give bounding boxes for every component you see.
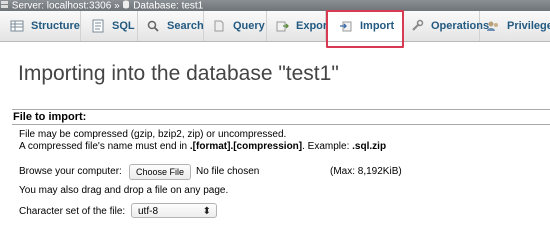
tab-sql[interactable]: SQL — [81, 11, 138, 41]
choose-file-button[interactable]: Choose File — [129, 164, 191, 180]
tab-operations[interactable]: Operations — [404, 11, 489, 41]
structure-icon — [10, 19, 24, 33]
filename-format: .[format].[compression] — [189, 141, 303, 152]
no-file-chosen: No file chosen — [196, 166, 260, 177]
breadcrumb-server[interactable]: Server: localhost:3306 — [12, 1, 112, 12]
tab-structure[interactable]: Structure — [0, 11, 81, 41]
privileges-icon — [486, 19, 500, 33]
import-tab-highlight — [326, 10, 404, 48]
page-title: Importing into the database "test1" — [18, 62, 339, 85]
export-icon — [275, 19, 289, 33]
database-icon — [122, 0, 130, 11]
server-icon — [0, 0, 9, 11]
breadcrumb-separator: » — [114, 0, 120, 12]
tab-query[interactable]: Query — [204, 11, 267, 41]
drag-drop-info: You may also drag and drop a file on any… — [19, 185, 229, 196]
charset-value: utf-8 — [138, 206, 159, 217]
query-icon — [212, 19, 226, 33]
tab-label: SQL — [112, 20, 135, 32]
charset-label: Character set of the file: — [19, 206, 126, 217]
browse-label: Browse your computer: — [19, 166, 122, 177]
tab-bar: Structure SQL Search Query Export Import — [0, 11, 550, 42]
search-icon — [146, 19, 160, 33]
breadcrumb-database[interactable]: Database: test1 — [133, 1, 203, 12]
filename-info-prefix: A compressed file's name must end in — [19, 141, 190, 152]
breadcrumb: Server: localhost:3306 » Database: test1 — [0, 0, 550, 11]
tab-label: Structure — [31, 20, 80, 32]
tab-search[interactable]: Search — [138, 11, 204, 41]
filename-example-prefix: . Example: — [302, 141, 353, 152]
sql-icon — [91, 19, 105, 33]
max-size: (Max: 8,192KiB) — [330, 166, 402, 177]
select-arrows-icon: ⬍ — [202, 206, 211, 217]
file-to-import-heading: File to import: — [12, 109, 550, 125]
tab-label: Privileges — [507, 20, 550, 32]
operations-icon — [410, 19, 424, 33]
filename-info: A compressed file's name must end in .[f… — [19, 141, 386, 152]
tab-label: Query — [233, 20, 265, 32]
compression-info: File may be compressed (gzip, bzip2, zip… — [19, 129, 287, 140]
tab-export[interactable]: Export — [267, 11, 331, 41]
tab-label: Search — [167, 20, 204, 32]
charset-select[interactable]: utf-8 ⬍ — [131, 203, 217, 218]
filename-example: .sql.zip — [352, 141, 387, 152]
tab-privileges[interactable]: Privileges — [480, 11, 550, 41]
